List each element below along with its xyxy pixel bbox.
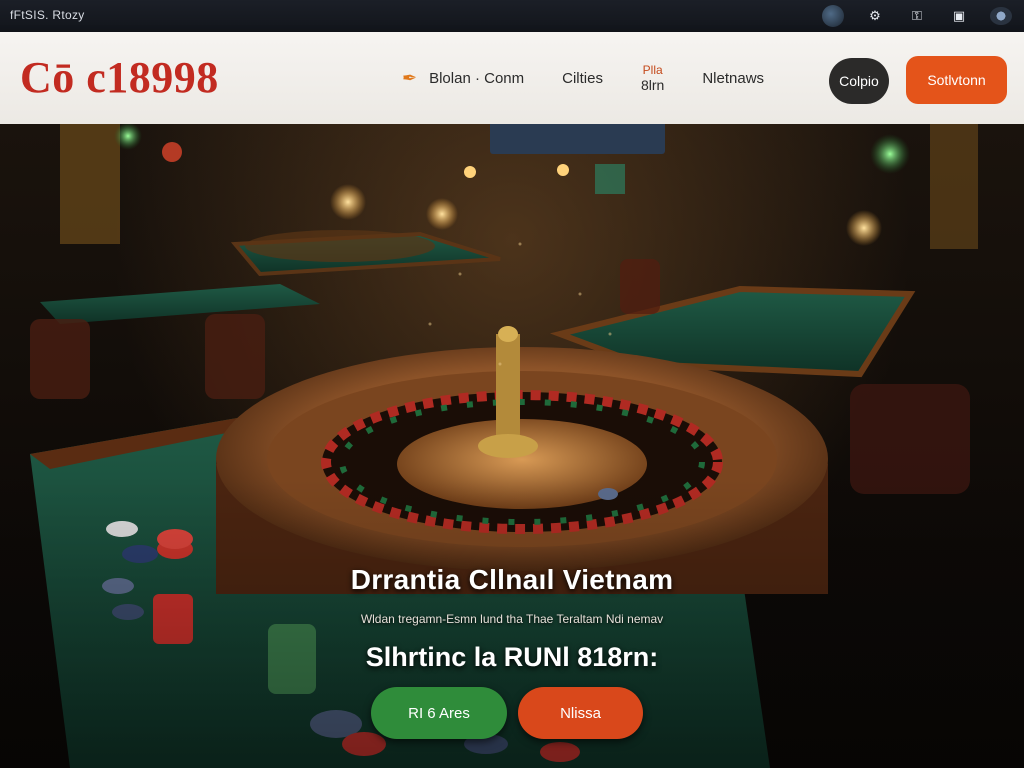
hero-headline: Slhrtinc la RUNl 818rn:: [365, 642, 659, 672]
hero-subtitle: Wldan tregamn-Esmn lund tha Thae Teralta…: [360, 612, 664, 626]
system-icons: ⚙ ⚿ ▣: [822, 5, 1012, 27]
login-button[interactable]: Colpio: [829, 58, 889, 104]
nav-item-cities[interactable]: Cilties: [562, 70, 603, 87]
main-nav: ✒ Blolan · Conm Cilties Plla 8lrn Nletna…: [402, 32, 802, 124]
hero-section: Drrantia Cllnaıl Vietnam Wldan tregamn-E…: [0, 124, 1024, 768]
window-icon[interactable]: ▣: [948, 5, 970, 27]
nav-label: Nletnaws: [702, 69, 765, 87]
nav-label: Blolan · Conm: [429, 69, 525, 87]
bulb-icon: ✒: [402, 67, 418, 88]
cta-secondary-button[interactable]: Nlissa: [518, 687, 643, 739]
hero-title: Drrantia Cllnaıl Vietnam: [350, 564, 674, 595]
nav-item-plla[interactable]: Plla 8lrn: [641, 63, 664, 93]
avatar-icon[interactable]: [822, 5, 844, 27]
cta-primary-button[interactable]: RI 6 Ares: [371, 687, 507, 739]
nav-item-news[interactable]: Nletnaws: [702, 70, 764, 87]
system-bar: fFtSIS. Rtozy ⚙ ⚿ ▣: [0, 0, 1024, 32]
site-header: Cō c18998 ✒ Blolan · Conm Cilties Plla 8…: [0, 32, 1024, 124]
signup-button[interactable]: Sotlvtonn: [906, 56, 1007, 104]
site-logo[interactable]: Cō c18998: [20, 56, 219, 100]
globe-icon[interactable]: [990, 7, 1012, 25]
nav-label-bottom: 8lrn: [640, 77, 665, 93]
nav-item-blolan[interactable]: ✒ Blolan · Conm: [402, 68, 524, 89]
tools-icon[interactable]: ⚙: [864, 5, 886, 27]
nav-label: Cilties: [562, 69, 603, 87]
nav-label-top: Plla: [642, 63, 663, 77]
window-title: fFtSIS. Rtozy: [10, 8, 85, 22]
key-icon[interactable]: ⚿: [906, 5, 928, 27]
